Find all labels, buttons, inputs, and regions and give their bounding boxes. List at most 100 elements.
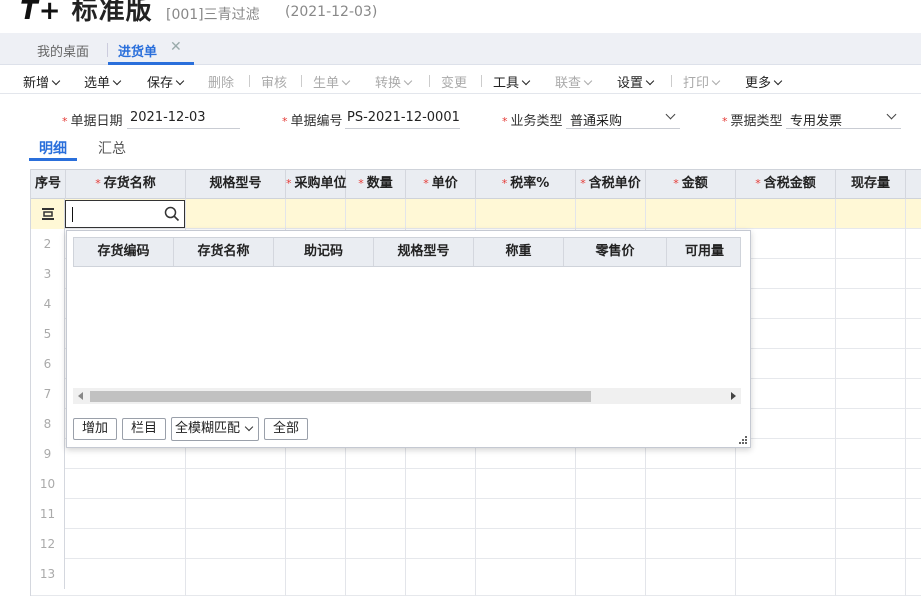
row-number: 8 <box>31 409 65 439</box>
chevron-down-icon <box>773 76 783 86</box>
col-qty[interactable]: * 数量 <box>346 170 406 199</box>
col-tax-price[interactable]: * 含税单价 <box>576 170 646 199</box>
col-seq: 序号 <box>31 170 66 199</box>
col-tax-rate[interactable]: * 税率% <box>476 170 576 199</box>
save-button[interactable]: 保存 <box>147 72 185 91</box>
col-item-name[interactable]: * 存货名称 <box>66 170 186 199</box>
tools-label: 工具 <box>493 76 520 91</box>
row-number: 5 <box>31 319 65 349</box>
resize-grip-icon[interactable] <box>739 436 747 444</box>
item-name-input[interactable] <box>65 200 185 228</box>
generate-label: 生单 <box>313 76 340 91</box>
table-row[interactable]: 10 <box>31 469 921 499</box>
tab-my-desktop[interactable]: 我的桌面 <box>37 41 89 60</box>
add-item-button[interactable]: 增加 <box>73 418 118 440</box>
row-number: 10 <box>31 469 65 499</box>
settings-label: 设置 <box>617 76 644 91</box>
col-tax-amount[interactable]: * 含税金额 <box>736 170 836 199</box>
select-button[interactable]: 选单 <box>84 72 122 91</box>
row-number: 4 <box>31 289 65 319</box>
col-price[interactable]: * 单价 <box>406 170 476 199</box>
toolbar-divider <box>249 75 250 87</box>
date-field-underline <box>127 128 240 129</box>
col-qty-label: 数量 <box>366 176 393 191</box>
horizontal-scrollbar[interactable] <box>73 388 741 404</box>
row-handle-icon[interactable] <box>41 207 55 221</box>
row-number: 3 <box>31 259 65 289</box>
generate-button[interactable]: 生单 <box>313 72 351 91</box>
columns-button[interactable]: 栏目 <box>122 418 167 440</box>
search-icon[interactable] <box>164 206 180 222</box>
invoice-type-select[interactable]: 专用发票 <box>790 110 842 129</box>
tab-close-icon[interactable]: ✕ <box>170 39 182 55</box>
tab-bar: 我的桌面 进货单 ✕ <box>0 33 921 65</box>
settings-button[interactable]: 设置 <box>617 72 655 91</box>
text-cursor <box>72 207 73 222</box>
popup-col-mnemonic[interactable]: 助记码 <box>274 238 374 266</box>
audit-button[interactable]: 审核 <box>261 72 287 91</box>
chevron-down-icon <box>175 76 185 86</box>
date-field[interactable]: 2021-12-03 <box>130 110 206 125</box>
table-row[interactable]: 12 <box>31 529 921 559</box>
match-mode-value: 全模糊匹配 <box>175 421 241 436</box>
convert-label: 转换 <box>375 76 402 91</box>
row-number-cell[interactable] <box>31 199 65 229</box>
chevron-down-icon <box>711 76 721 86</box>
required-marker: * <box>501 177 508 190</box>
add-button[interactable]: 新增 <box>23 72 61 91</box>
chevron-down-icon <box>244 422 254 432</box>
query-button[interactable]: 联查 <box>555 72 593 91</box>
required-marker: * <box>286 177 292 190</box>
popup-col-weight[interactable]: 称重 <box>474 238 564 266</box>
invoice-type-underline <box>786 128 901 129</box>
tab-summary[interactable]: 汇总 <box>98 138 126 158</box>
chevron-down-icon <box>341 76 351 86</box>
tab-detail[interactable]: 明细 <box>39 138 67 158</box>
print-button[interactable]: 打印 <box>683 72 721 91</box>
scroll-left-icon[interactable] <box>78 392 83 400</box>
add-label: 新增 <box>23 76 50 91</box>
app-logo: T+ 标准版 <box>20 0 153 27</box>
more-button[interactable]: 更多 <box>745 72 783 91</box>
code-field[interactable]: PS-2021-12-0001 <box>347 110 460 125</box>
active-tab-indicator <box>108 62 194 65</box>
convert-button[interactable]: 转换 <box>375 72 413 91</box>
popup-col-code[interactable]: 存货编码 <box>74 238 174 266</box>
col-unit-label: 采购单位 <box>294 176 347 191</box>
popup-col-spec[interactable]: 规格型号 <box>374 238 474 266</box>
match-mode-select[interactable]: 全模糊匹配 <box>171 417 259 441</box>
biz-type-select[interactable]: 普通采购 <box>570 110 622 129</box>
chevron-down-icon <box>521 76 531 86</box>
col-stock[interactable]: 现存量 <box>836 170 906 199</box>
delete-button[interactable]: 删除 <box>208 72 234 91</box>
grid-column-divider <box>835 199 836 596</box>
row-number: 13 <box>31 559 65 589</box>
popup-col-available[interactable]: 可用量 <box>667 238 742 266</box>
logo-mark: T+ <box>20 0 62 26</box>
col-amount[interactable]: * 金额 <box>646 170 736 199</box>
popup-col-retail-price[interactable]: 零售价 <box>564 238 667 266</box>
chevron-down-icon <box>112 76 122 86</box>
table-row[interactable]: 11 <box>31 499 921 529</box>
col-unit[interactable]: * 采购单位 <box>286 170 347 199</box>
scrollbar-thumb[interactable] <box>90 391 591 402</box>
row-number: 2 <box>31 229 65 259</box>
chevron-down-icon[interactable] <box>886 109 897 120</box>
required-marker: * <box>95 177 101 190</box>
chevron-down-icon <box>403 76 413 86</box>
chevron-down-icon[interactable] <box>665 109 676 120</box>
col-spec[interactable]: 规格型号 <box>186 170 286 199</box>
toolbar: 新增 选单 保存 删除 审核 生单 转换 变更 工具 联查 设置 打印 更多 <box>0 66 921 94</box>
scroll-right-icon[interactable] <box>731 392 736 400</box>
tools-button[interactable]: 工具 <box>493 72 531 91</box>
change-button[interactable]: 变更 <box>441 72 467 91</box>
required-marker: * <box>423 177 429 190</box>
popup-col-name[interactable]: 存货名称 <box>174 238 274 266</box>
row-number: 9 <box>31 439 65 469</box>
required-marker: * <box>62 115 68 128</box>
chevron-down-icon <box>645 76 655 86</box>
table-row[interactable]: 13 <box>31 559 921 596</box>
all-button[interactable]: 全部 <box>264 418 309 440</box>
tab-purchase-receipt[interactable]: 进货单 <box>118 41 157 60</box>
toolbar-divider <box>481 75 482 87</box>
